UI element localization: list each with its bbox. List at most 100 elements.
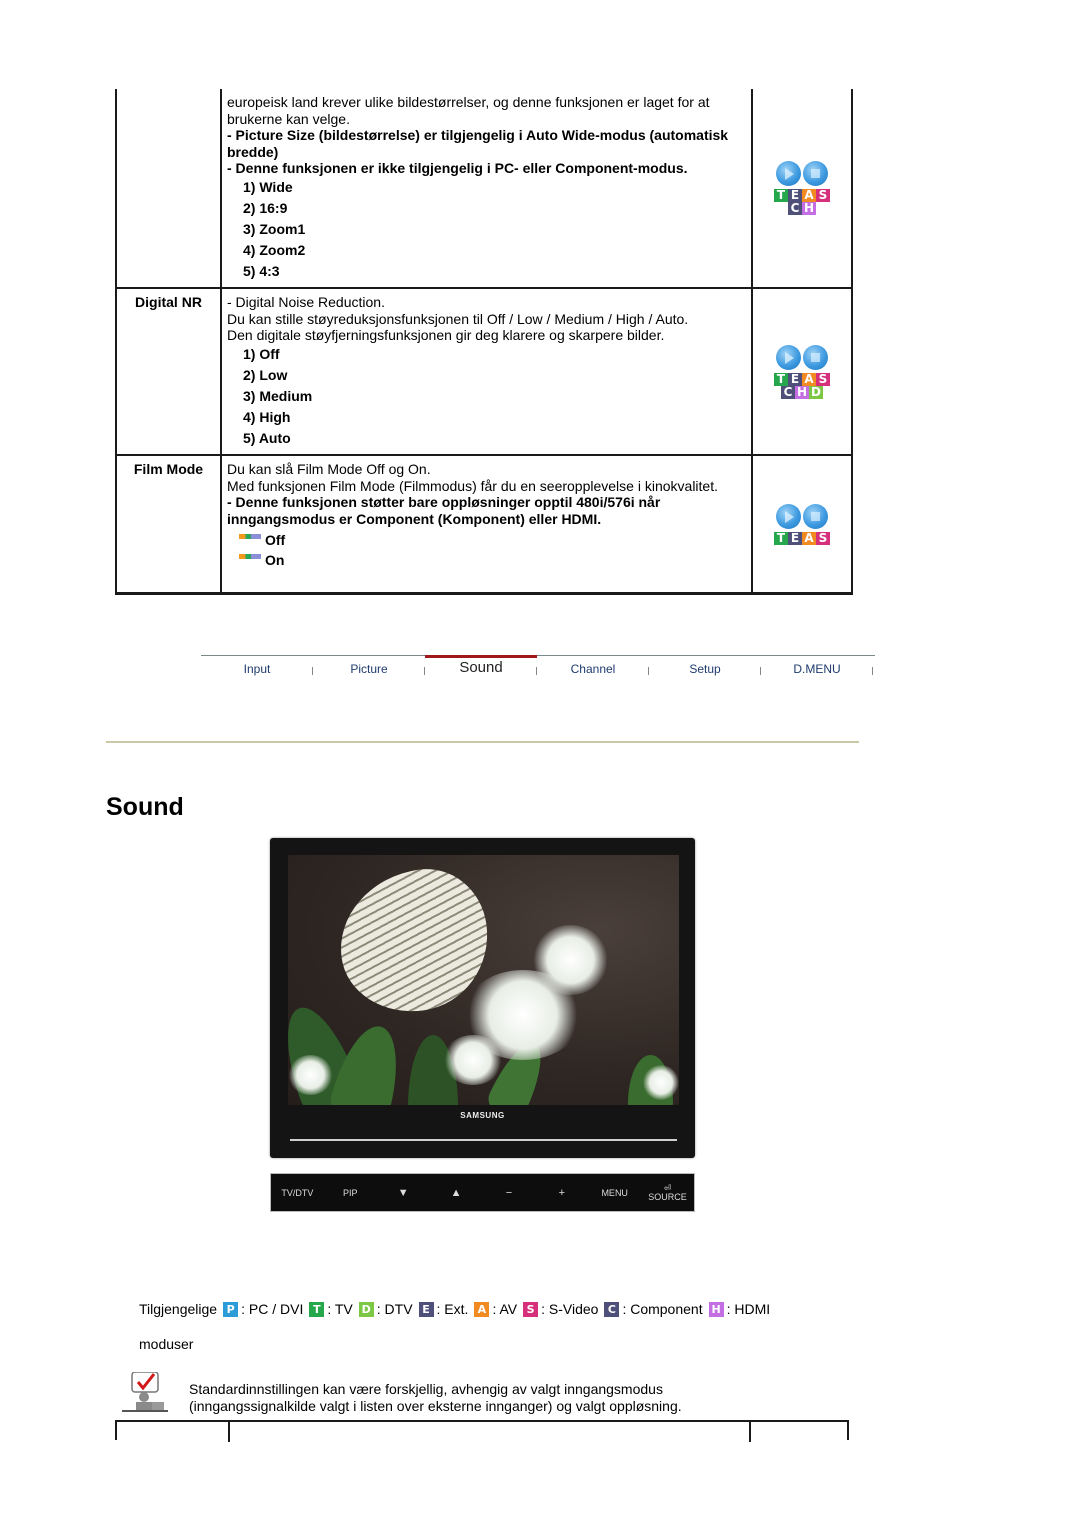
option-item: 3) Medium <box>243 387 313 404</box>
note-text: Standardinnstillingen kan være forskjell… <box>189 1381 682 1414</box>
media-buttons <box>776 503 828 529</box>
settings-table: europeisk land krever ulike bildestørrel… <box>115 89 853 595</box>
mode-s-icon: S <box>523 1301 539 1317</box>
table-divider <box>228 1422 230 1442</box>
monitor-button-panel: TV/DTV PIP ▼ ▲ − + MENU ⏎ SOURCE <box>270 1173 695 1212</box>
row-label <box>117 89 222 287</box>
nav-tab-channel[interactable]: Channel <box>537 656 649 686</box>
legend-suffix: moduser <box>139 1336 194 1352</box>
mode-a-icon: A <box>802 372 816 386</box>
photo-flower <box>443 1035 503 1085</box>
row-description: europeisk land krever ulike bildestørrel… <box>222 89 753 287</box>
monitor-brand-logo: SAMSUNG <box>460 1111 505 1120</box>
row-description: - Digital Noise Reduction. Du kan stille… <box>222 289 753 454</box>
mode-a-icon: A <box>474 1301 490 1317</box>
description-note: - Denne funksjonen støtter bare oppløsni… <box>227 494 661 527</box>
legend-label: : Component <box>622 1301 703 1317</box>
legend-label: : HDMI <box>726 1301 771 1317</box>
description-text: Du kan slå Film Mode Off og On. <box>227 461 431 477</box>
photo-flower <box>288 1055 333 1095</box>
option-item: 5) 4:3 <box>243 262 280 279</box>
nav-tab-label: Input <box>243 662 271 676</box>
channel-down-button: ▼ <box>397 1186 409 1199</box>
mode-icon-group: TEASCH <box>774 161 830 215</box>
mode-icon-group: TEAS <box>774 503 830 545</box>
note-line: Standardinnstillingen kan være forskjell… <box>189 1381 663 1397</box>
nav-tab-picture[interactable]: Picture <box>313 656 425 686</box>
mode-s-icon: S <box>816 531 830 545</box>
mode-e-icon: E <box>788 372 802 386</box>
nav-tab-dmenu[interactable]: D.MENU <box>761 656 873 686</box>
section-divider <box>106 741 859 743</box>
play-icon <box>776 161 801 186</box>
option-item: 3) Zoom1 <box>243 220 306 237</box>
next-table-top <box>115 1420 849 1442</box>
nav-separator <box>872 667 873 675</box>
note-line: (inngangssignalkilde valgt i listen over… <box>189 1397 682 1414</box>
mode-icon-group: TEASCHD <box>774 344 830 399</box>
mode-e-icon: E <box>788 531 802 545</box>
play-icon <box>776 503 801 529</box>
row-label: Film Mode <box>117 456 222 592</box>
mode-icons-row: CHD <box>781 384 823 399</box>
nav-tab-sound[interactable]: Sound <box>425 655 537 686</box>
description-text: Med funksjonen Film Mode (Filmmodus) får… <box>227 477 718 494</box>
note-checkmark-icon <box>122 1371 170 1412</box>
legend-label: : AV <box>492 1301 518 1317</box>
menu-button: MENU <box>601 1187 628 1198</box>
option-item: 1) Off <box>243 345 280 362</box>
nav-tab-label: Picture <box>350 662 388 676</box>
mode-h-icon: H <box>708 1301 724 1317</box>
row-label: Digital NR <box>117 289 222 454</box>
mode-s-icon: S <box>816 372 830 386</box>
mode-h-icon: H <box>795 384 809 399</box>
media-buttons <box>776 344 828 370</box>
mode-c-icon: C <box>604 1301 620 1317</box>
option-item: 1) Wide <box>243 178 293 195</box>
mode-h-icon: H <box>802 201 816 215</box>
volume-up-button: + <box>558 1186 566 1199</box>
description-text: - Digital Noise Reduction. <box>227 294 385 310</box>
mode-icons-row: CH <box>788 202 816 215</box>
nav-tab-label: D.MENU <box>793 662 841 676</box>
option-item: On <box>227 550 747 570</box>
option-bullet-icon <box>239 553 261 559</box>
nav-tab-input[interactable]: Input <box>201 656 313 686</box>
channel-up-button: ▲ <box>450 1186 462 1199</box>
mode-t-icon: T <box>774 372 788 386</box>
legend-label: : S-Video <box>541 1301 599 1317</box>
source-button: ⏎ SOURCE <box>641 1183 694 1202</box>
screen-photo-butterfly <box>288 855 679 1105</box>
option-item: 2) 16:9 <box>243 199 288 216</box>
mode-icons-row: TEAS <box>774 372 830 386</box>
option-bullet-icon <box>239 533 261 539</box>
photo-flower <box>643 1065 679 1100</box>
option-label: Off <box>265 532 286 548</box>
pip-button: PIP <box>343 1187 358 1198</box>
mode-t-icon: T <box>309 1301 325 1317</box>
legend-label: : TV <box>327 1301 353 1317</box>
nav-tab-setup[interactable]: Setup <box>649 656 761 686</box>
option-item: 4) Zoom2 <box>243 241 306 258</box>
mode-c-icon: C <box>781 385 795 399</box>
option-label: On <box>265 552 285 568</box>
stop-icon <box>803 161 828 186</box>
nav-tab-label: Channel <box>570 662 616 676</box>
mode-p-icon: P <box>223 1301 239 1317</box>
option-item: 2) Low <box>243 366 288 383</box>
description-text: Du kan stille støyreduksjonsfunksjonen t… <box>227 310 689 327</box>
volume-down-button: − <box>505 1186 513 1199</box>
description-text: Den digitale støyfjerningsfunksjonen gir… <box>227 327 665 343</box>
mode-t-icon: T <box>774 189 788 202</box>
monitor-image: SAMSUNG <box>270 838 695 1158</box>
source-label: SOURCE <box>648 1191 687 1202</box>
photo-flower <box>533 925 608 995</box>
mode-legend: Tilgjengelige P: PC / DVI T: TV D: DTV E: E… <box>139 1301 770 1317</box>
table-row: europeisk land krever ulike bildestørrel… <box>117 89 851 289</box>
option-item: 4) High <box>243 408 291 425</box>
description-note: - Denne funksjonen er ikke tilgjengelig … <box>227 160 688 176</box>
mode-icons-cell: TEASCH <box>753 89 851 287</box>
mode-e-icon: E <box>418 1301 434 1317</box>
nav-tab-label: Sound <box>459 659 503 676</box>
monitor-indicator-strip <box>290 1139 677 1141</box>
